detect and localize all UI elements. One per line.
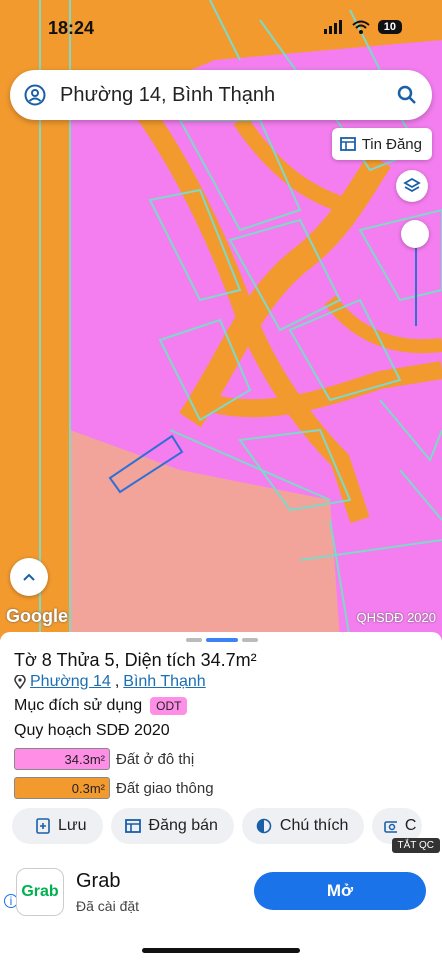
parcel-title: Tờ 8 Thửa 5, Diện tích 34.7m² [14, 650, 257, 670]
district-link[interactable]: Bình Thạnh [123, 673, 205, 691]
land-purpose: Mục đích sử dụng ODT [14, 697, 188, 715]
camera-label: C [404, 817, 417, 834]
parcel-address: Phường 14, Bình Thạnh [14, 673, 206, 691]
ad-logo: Grab [16, 868, 64, 916]
legend-label-residential: Đất ở đô thị [116, 750, 195, 768]
camera-icon [384, 821, 397, 833]
user-pin-icon [24, 84, 46, 106]
google-logo: Google [6, 606, 68, 626]
chevron-up-icon [23, 573, 35, 581]
opacity-slider-track[interactable] [415, 248, 417, 326]
ad-app-status: Đã cài đặt [76, 898, 140, 914]
listings-label: Tin Đăng [361, 135, 422, 153]
map-watermark: QHSDĐ 2020 [356, 610, 436, 625]
layers-icon [403, 177, 421, 193]
listings-button[interactable]: Tin Đăng [331, 128, 432, 160]
action-bar: Lưu Đăng bán Chú thích C [12, 808, 423, 844]
signal-icon [323, 20, 342, 34]
battery-indicator: 10 [377, 20, 402, 34]
listing-icon [124, 819, 141, 833]
post-sale-button[interactable]: Đăng bán [110, 808, 234, 844]
status-time: 18:24 [48, 18, 95, 38]
expand-up-button[interactable] [10, 558, 48, 596]
legend-value-traffic: 0.3m² [14, 777, 110, 799]
opacity-slider-knob[interactable] [401, 220, 429, 248]
home-indicator[interactable] [142, 948, 300, 953]
ad-app-name: Grab [76, 870, 121, 892]
ad-open-button[interactable]: Mở [254, 872, 426, 910]
status-icons: 10 [323, 20, 402, 34]
purpose-label: Mục đích sử dụng [14, 697, 143, 714]
sheet-handle[interactable] [186, 638, 258, 642]
status-bar: 18:24 10 [0, 0, 442, 60]
search-bar[interactable]: Phường 14, Bình Thạnh [10, 70, 432, 120]
legend-label-traffic: Đất giao thông [116, 779, 214, 797]
legend-residential: 34.3m² Đất ở đô thị [14, 748, 194, 770]
search-icon[interactable] [396, 84, 418, 106]
map-pin-icon [14, 675, 26, 689]
search-input[interactable]: Phường 14, Bình Thạnh [60, 84, 396, 107]
legend-traffic: 0.3m² Đất giao thông [14, 777, 214, 799]
address-separator: , [114, 673, 120, 690]
ward-link[interactable]: Phường 14 [30, 673, 111, 691]
legend-value-residential: 34.3m² [14, 748, 110, 770]
plan-label: Quy hoạch SDĐ 2020 [14, 722, 170, 739]
purpose-badge: ODT [150, 697, 188, 715]
save-button[interactable]: Lưu [12, 808, 103, 844]
legend-label: Chú thích [279, 817, 349, 834]
legend-icon [256, 818, 272, 834]
save-label: Lưu [58, 817, 87, 834]
legend-button[interactable]: Chú thích [241, 808, 365, 844]
wifi-icon [352, 20, 370, 34]
parcel-sheet: Tờ 8 Thửa 5, Diện tích 34.7m² Phường 14,… [0, 632, 442, 960]
layers-button[interactable] [396, 170, 428, 202]
add-doc-icon [36, 818, 50, 834]
ad-banner[interactable]: i Grab Grab Đã cài đặt Mở [0, 864, 442, 924]
listing-icon [339, 137, 356, 151]
close-ad-button[interactable]: TẮT QC [391, 838, 440, 853]
post-sale-label: Đăng bán [148, 817, 218, 834]
